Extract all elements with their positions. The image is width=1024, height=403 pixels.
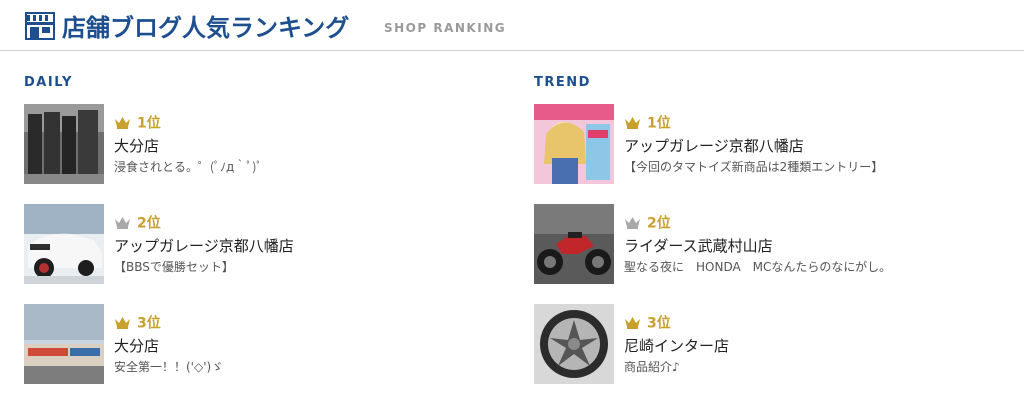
trend-heading: TREND bbox=[534, 75, 591, 90]
shop-name-link[interactable]: 大分店 bbox=[114, 135, 159, 156]
crown-icon bbox=[115, 317, 130, 329]
daily-rank-item-3[interactable]: 3位 大分店 安全第一！！('◇')ゞ bbox=[24, 304, 504, 384]
shop-name-link[interactable]: ライダース武蔵村山店 bbox=[624, 235, 773, 256]
daily-ranking: DAILY 1位 大分店 浸食されとる。゜(ﾟﾉд｀ﾟ)ﾟ 2位 アップガレージ… bbox=[24, 74, 504, 384]
rank-label: 2位 bbox=[137, 215, 161, 232]
rank-row: 1位 bbox=[624, 112, 671, 132]
page-header: 店舗ブログ人気ランキング SHOP RANKING bbox=[0, 0, 1024, 51]
shop-name-link[interactable]: アップガレージ京都八幡店 bbox=[114, 235, 294, 256]
rank-label: 3位 bbox=[137, 315, 161, 332]
crown-icon bbox=[625, 217, 640, 229]
rank-label: 3位 bbox=[647, 315, 671, 332]
trend-rank-item-2[interactable]: 2位 ライダース武蔵村山店 聖なる夜に HONDA MCなんたらのなにがし。 bbox=[534, 204, 1014, 284]
trend-ranking: TREND 1位 アップガレージ京都八幡店 【今回のタマトイズ新商品は2種類エン… bbox=[534, 74, 1014, 384]
rank-row: 2位 bbox=[624, 212, 671, 232]
thumbnail-image[interactable] bbox=[24, 304, 104, 384]
crown-icon bbox=[625, 317, 640, 329]
thumbnail-image[interactable] bbox=[24, 204, 104, 284]
post-title-link[interactable]: 【今回のタマトイズ新商品は2種類エントリー】 bbox=[624, 158, 883, 175]
thumbnail-image[interactable] bbox=[534, 304, 614, 384]
post-title-link[interactable]: 聖なる夜に HONDA MCなんたらのなにがし。 bbox=[624, 258, 891, 275]
shop-name-link[interactable]: 大分店 bbox=[114, 335, 159, 356]
post-title-link[interactable]: 安全第一！！('◇')ゞ bbox=[114, 358, 223, 375]
trend-rank-item-3[interactable]: 3位 尼崎インター店 商品紹介♪ bbox=[534, 304, 1014, 384]
post-title-link[interactable]: 商品紹介♪ bbox=[624, 358, 680, 375]
rank-label: 2位 bbox=[647, 215, 671, 232]
crown-icon bbox=[115, 217, 130, 229]
shop-name-link[interactable]: 尼崎インター店 bbox=[624, 335, 729, 356]
daily-heading: DAILY bbox=[24, 75, 73, 90]
rank-row: 1位 bbox=[114, 112, 161, 132]
post-title-link[interactable]: 【BBSで優勝セット】 bbox=[114, 258, 234, 275]
page-title: 店舗ブログ人気ランキング bbox=[62, 14, 350, 42]
rank-row: 3位 bbox=[114, 312, 161, 332]
shop-icon bbox=[25, 12, 55, 40]
daily-rank-item-2[interactable]: 2位 アップガレージ京都八幡店 【BBSで優勝セット】 bbox=[24, 204, 504, 284]
page-subtitle: SHOP RANKING bbox=[384, 21, 507, 35]
shop-name-link[interactable]: アップガレージ京都八幡店 bbox=[624, 135, 804, 156]
rank-label: 1位 bbox=[137, 115, 161, 132]
rank-label: 1位 bbox=[647, 115, 671, 132]
post-title-link[interactable]: 浸食されとる。゜(ﾟﾉд｀ﾟ)ﾟ bbox=[114, 158, 262, 175]
daily-rank-item-1[interactable]: 1位 大分店 浸食されとる。゜(ﾟﾉд｀ﾟ)ﾟ bbox=[24, 104, 504, 184]
thumbnail-image[interactable] bbox=[534, 104, 614, 184]
crown-icon bbox=[625, 117, 640, 129]
thumbnail-image[interactable] bbox=[24, 104, 104, 184]
rank-row: 3位 bbox=[624, 312, 671, 332]
thumbnail-image[interactable] bbox=[534, 204, 614, 284]
rank-row: 2位 bbox=[114, 212, 161, 232]
trend-rank-item-1[interactable]: 1位 アップガレージ京都八幡店 【今回のタマトイズ新商品は2種類エントリー】 bbox=[534, 104, 1014, 184]
crown-icon bbox=[115, 117, 130, 129]
